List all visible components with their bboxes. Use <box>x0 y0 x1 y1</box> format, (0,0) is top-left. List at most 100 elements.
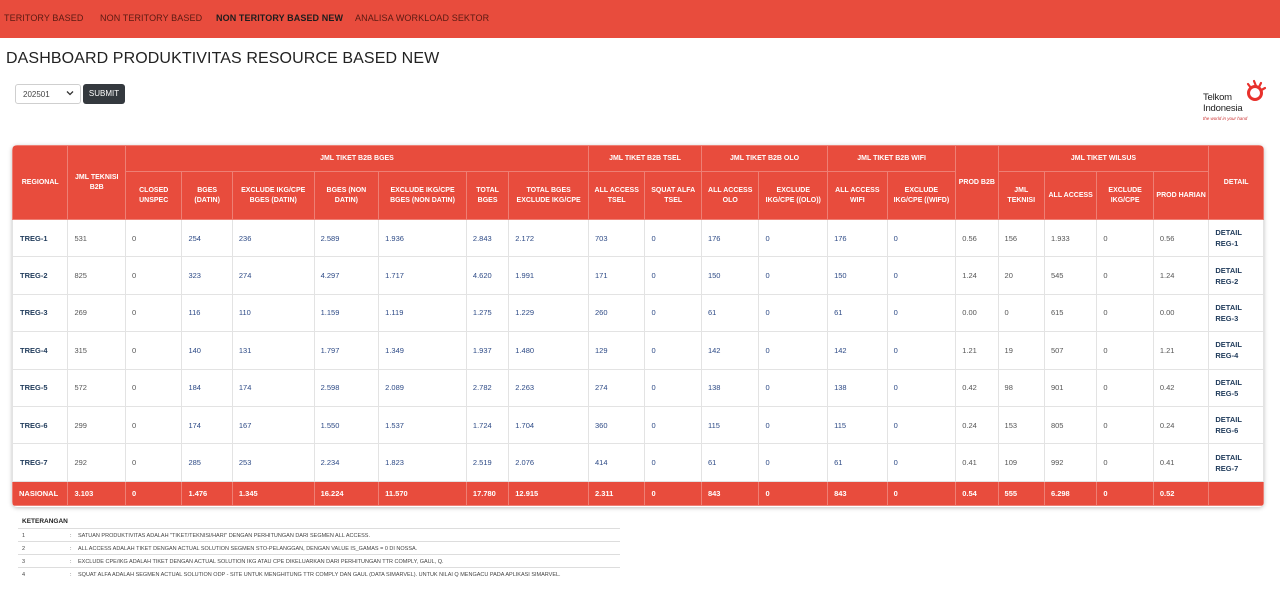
table-cell: 1.119 <box>378 293 467 333</box>
detail-link[interactable]: DETAIL REG-2 <box>1208 256 1264 295</box>
total-cell: 555 <box>997 480 1045 506</box>
table-cell: 2.076 <box>508 443 589 482</box>
detail-link[interactable]: DETAIL REG-3 <box>1208 293 1264 333</box>
detail-link-region: REG-7 <box>1215 463 1239 473</box>
table-cell: 414 <box>587 443 646 482</box>
table-cell: 4.297 <box>313 256 380 295</box>
table-cell: 0 <box>886 368 957 407</box>
detail-link[interactable]: DETAIL REG-4 <box>1208 331 1264 370</box>
period-select[interactable]: 202501 <box>15 84 81 104</box>
detail-link-label: DETAIL <box>1215 228 1242 238</box>
header-group-olo: JML TIKET B2B OLO <box>700 145 829 172</box>
table-cell: 0 <box>758 368 829 407</box>
table-cell: 1.229 <box>508 293 589 333</box>
table-cell: 61 <box>827 443 888 482</box>
table-cell: 0 <box>886 405 957 445</box>
table-cell: 129 <box>587 331 646 370</box>
table-cell: 0 <box>886 443 957 482</box>
table-cell: 1.349 <box>378 331 467 370</box>
note-row: 4: SQUAT ALFA ADALAH SEGMEN ACTUAL SOLUTI… <box>18 567 620 580</box>
table-cell: 2.089 <box>378 368 467 407</box>
total-cell: 0 <box>886 480 957 506</box>
table-row: TREG-3 269 0 116 110 1.159 1.119 1.275 1.229 260 0… <box>12 293 1264 333</box>
table-cell: 274 <box>587 368 646 407</box>
period-select-value: 202501 <box>23 90 50 99</box>
table-cell: 0 <box>644 256 702 295</box>
table-cell: 1.937 <box>465 331 510 370</box>
nav-non-teritory-based[interactable]: NON TERITORY BASED <box>100 13 202 23</box>
nav-analisa-workload-sektor[interactable]: ANALISA WORKLOAD SEKTOR <box>355 13 489 23</box>
table-cell: 0 <box>886 256 957 295</box>
total-cell: 0.54 <box>955 480 999 506</box>
nav-teritory-based[interactable]: TERITORY BASED <box>4 13 83 23</box>
table-cell: 2.519 <box>465 443 510 482</box>
region-cell: TREG-5 <box>12 368 69 407</box>
table-cell: 1.724 <box>465 405 510 445</box>
table-row: TREG-4 315 0 140 131 1.797 1.349 1.937 1.480 129 0… <box>12 331 1264 370</box>
table-cell: 572 <box>67 368 126 407</box>
table-cell: 0 <box>758 293 829 333</box>
table-cell: 0.41 <box>955 443 999 482</box>
table-cell: 0.42 <box>955 368 999 407</box>
table-cell: 292 <box>67 443 126 482</box>
table-cell: 1.275 <box>465 293 510 333</box>
nav-non-teritory-based-new[interactable]: NON TERITORY BASED NEW <box>216 13 343 23</box>
table-cell: 0 <box>644 331 702 370</box>
total-cell: 843 <box>827 480 888 506</box>
productivity-table-card: REGIONAL JML TEKNISI B2B JML TIKET B2B B… <box>12 145 1264 507</box>
table-cell: 0.24 <box>955 405 999 445</box>
region-cell: TREG-7 <box>12 443 69 482</box>
table-cell: 0 <box>644 218 702 258</box>
table-cell: 176 <box>700 218 760 258</box>
table-cell: 1.21 <box>1152 331 1210 370</box>
table-cell: 0 <box>124 368 183 407</box>
note-number: 4 <box>22 572 26 578</box>
note-row: 1: SATUAN PRODUKTIVITAS ADALAH "TIKET/TEK… <box>18 528 620 541</box>
detail-link[interactable]: DETAIL REG-1 <box>1208 218 1264 258</box>
total-cell: 1.345 <box>231 480 315 506</box>
table-total-row: NASIONAL 3.103 0 1.476 1.345 16.224 11.570 17.7… <box>12 480 1264 506</box>
total-cell: 6.298 <box>1043 480 1098 506</box>
table-cell: 174 <box>231 368 315 407</box>
header-closed-unspec: CLOSED UNSPEC <box>124 171 183 220</box>
detail-link[interactable]: DETAIL REG-6 <box>1208 405 1264 445</box>
region-cell: TREG-2 <box>12 256 69 295</box>
table-cell: 2.843 <box>465 218 510 258</box>
table-cell: 0 <box>644 368 702 407</box>
table-cell: 0.00 <box>1152 293 1210 333</box>
table-cell: 2.263 <box>508 368 589 407</box>
table-cell: 0.56 <box>955 218 999 258</box>
table-cell: 254 <box>181 218 233 258</box>
table-cell: 1.24 <box>955 256 999 295</box>
submit-button[interactable]: SUBMIT <box>83 84 125 104</box>
detail-link[interactable]: DETAIL REG-5 <box>1208 368 1264 407</box>
table-cell: 0 <box>1096 443 1154 482</box>
top-navigation: TERITORY BASED NON TERITORY BASED NON TE… <box>0 0 1280 38</box>
chevron-down-icon <box>66 91 74 96</box>
region-cell: TREG-1 <box>12 218 69 258</box>
header-wilsus-all-access: ALL ACCESS <box>1043 171 1098 220</box>
header-regional: REGIONAL <box>12 145 69 220</box>
detail-link-region: REG-6 <box>1215 426 1239 436</box>
table-cell: 0 <box>1096 256 1154 295</box>
detail-link-region: REG-2 <box>1215 276 1239 286</box>
table-cell: 131 <box>231 331 315 370</box>
table-cell: 1.480 <box>508 331 589 370</box>
table-cell: 110 <box>231 293 315 333</box>
detail-link[interactable]: DETAIL REG-7 <box>1208 443 1264 482</box>
table-cell: 2.589 <box>313 218 380 258</box>
total-cell: 2.311 <box>587 480 646 506</box>
note-separator: : <box>70 572 72 578</box>
table-cell: 0 <box>1096 405 1154 445</box>
table-cell: 1.991 <box>508 256 589 295</box>
table-cell: 140 <box>181 331 233 370</box>
total-detail-cell <box>1208 480 1264 506</box>
note-separator: : <box>70 559 72 565</box>
table-cell: 0 <box>886 218 957 258</box>
detail-link-label: DETAIL <box>1215 340 1242 350</box>
table-cell: 109 <box>997 443 1045 482</box>
header-group-wifi: JML TIKET B2B WIFI <box>827 145 957 172</box>
table-cell: 0 <box>1096 218 1154 258</box>
table-cell: 253 <box>231 443 315 482</box>
region-cell: TREG-3 <box>12 293 69 333</box>
